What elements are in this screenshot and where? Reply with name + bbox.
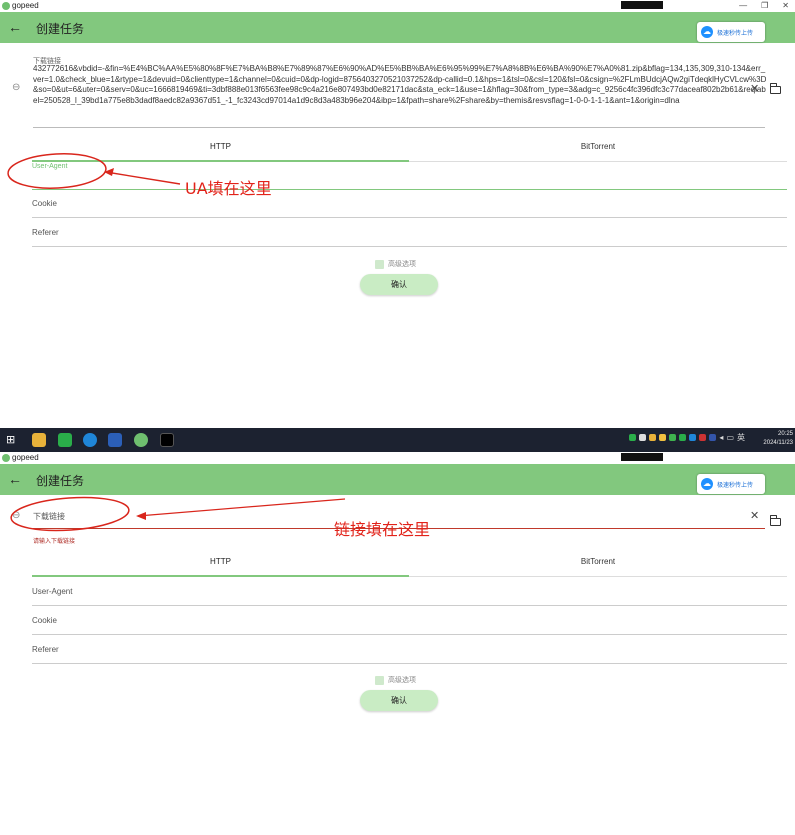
upload-badge-text: 极速秒传上传 [717,30,754,37]
page-title: 创建任务 [36,22,85,36]
confirm-button[interactable]: 确认 [360,690,438,711]
maximize-button[interactable]: ❐ [761,0,768,12]
capcut-icon[interactable] [160,433,174,447]
protocol-tabs: HTTP BitTorrent [32,555,787,577]
close-window-button[interactable]: ✕ [782,0,789,12]
checkbox-icon [375,259,384,269]
redacted-box [621,1,663,9]
advanced-options-label: 高级选项 [388,677,416,684]
upload-badge-text: 极速秒传上传 [717,482,754,489]
cookie-label: Cookie [32,199,57,208]
cookie-label: Cookie [32,616,57,625]
taskbar-clock[interactable]: 20:25 2024/11/23 [763,430,793,448]
windows-taskbar: ⊞ ◂ ▭ 英 20:25 2024/11/23 [0,428,795,452]
app-name: gopeed [12,1,39,10]
gopeed-logo-icon [2,2,10,10]
cookie-field[interactable]: Cookie [32,606,787,635]
link-underline [33,127,765,128]
referer-field[interactable]: Referer [32,218,787,247]
upload-badge[interactable]: ☁ 极速秒传上传 [697,22,765,42]
link-icon: ⊖ [12,82,21,93]
folder-icon[interactable] [770,515,781,526]
tray-folder-icon[interactable] [649,434,657,441]
user-agent-label: User-Agent [32,587,73,596]
window-titlebar: gopeed [0,452,795,464]
folder-icon[interactable] [770,83,781,94]
annotation-link-text: 链接填在这里 [334,520,431,539]
referer-label: Referer [32,645,59,654]
word-icon[interactable] [108,433,122,447]
gopeed-taskbar-icon[interactable] [134,433,148,447]
tray-app-icon[interactable] [639,434,647,441]
checkbox-icon [375,675,384,685]
advanced-options-checkbox[interactable]: 高级选项 [375,675,416,685]
advanced-options-label: 高级选项 [388,261,416,268]
windows-start-icon[interactable]: ⊞ [6,433,20,447]
annotation-link-arrow-line [137,498,346,517]
gopeed-logo-icon [2,454,10,462]
tray-wechat2-icon[interactable] [679,434,687,441]
download-link-value[interactable]: 432772616&vbdid=-&fin=%E4%BC%AA%E5%80%8F… [33,64,768,106]
network-icon[interactable]: ▭ [726,433,734,442]
referer-field[interactable]: Referer [32,635,787,664]
tray-shield-icon[interactable] [659,434,667,441]
volume-icon[interactable]: ◂ [719,433,723,442]
link-icon: ⊖ [12,510,21,521]
confirm-button[interactable]: 确认 [360,274,438,295]
wechat-icon[interactable] [58,433,72,447]
edge-icon[interactable] [83,433,97,447]
file-explorer-icon[interactable] [32,433,46,447]
advanced-options-checkbox[interactable]: 高级选项 [375,259,416,269]
back-arrow-icon[interactable]: ← [8,19,22,35]
minimize-button[interactable]: — [739,0,747,12]
page-title: 创建任务 [36,474,85,488]
app-bar: ← 创建任务 ☁ 极速秒传上传 [0,12,795,43]
download-link-placeholder: 下载链接 [33,512,65,521]
referer-label: Referer [32,228,59,237]
tab-http[interactable]: HTTP [32,140,409,162]
cloud-upload-icon: ☁ [701,478,713,490]
tray-chart-icon[interactable] [709,434,717,441]
protocol-tabs: HTTP BitTorrent [32,140,787,162]
user-agent-label: User-Agent [32,163,68,170]
clock-time: 20:25 [777,431,793,437]
tray-blue-icon[interactable] [689,434,697,441]
tray-red-icon[interactable] [699,434,707,441]
cookie-field[interactable]: Cookie [32,189,787,218]
ime-indicator[interactable]: 英 [737,432,745,443]
link-error-text: 请输入下载链接 [33,539,76,545]
annotation-ua-text: UA填在这里 [185,179,272,198]
window-titlebar: gopeed — ❐ ✕ [0,0,795,12]
close-icon[interactable]: ✕ [750,509,759,522]
user-agent-field[interactable]: User-Agent [32,161,787,190]
user-agent-field[interactable]: User-Agent [32,577,787,606]
tab-bittorrent[interactable]: BitTorrent [409,555,787,577]
back-arrow-icon[interactable]: ← [8,471,22,487]
screenshot-panel-ua: gopeed — ❐ ✕ ← 创建任务 ☁ 极速秒传上传 ⊖ 下载链接 4327… [0,0,795,428]
redacted-box [621,453,663,461]
cloud-upload-icon: ☁ [701,26,713,38]
system-tray: ◂ ▭ 英 [629,432,745,443]
annotation-link-arrow-head [136,512,146,520]
clock-date: 2024/11/23 [763,440,793,446]
tray-wechat-icon[interactable] [629,434,637,441]
screenshot-panel-link: gopeed ← 创建任务 ☁ 极速秒传上传 ⊖ 下载链接 ✕ 请输入下载链接 … [0,452,795,835]
upload-badge[interactable]: ☁ 极速秒传上传 [697,474,765,494]
app-name: gopeed [12,453,39,462]
close-icon[interactable]: ✕ [750,82,759,95]
app-bar: ← 创建任务 ☁ 极速秒传上传 [0,464,795,495]
tray-green-icon[interactable] [669,434,677,441]
tab-bittorrent[interactable]: BitTorrent [409,140,787,162]
tab-http[interactable]: HTTP [32,555,409,577]
window-controls: — ❐ ✕ [739,0,789,12]
